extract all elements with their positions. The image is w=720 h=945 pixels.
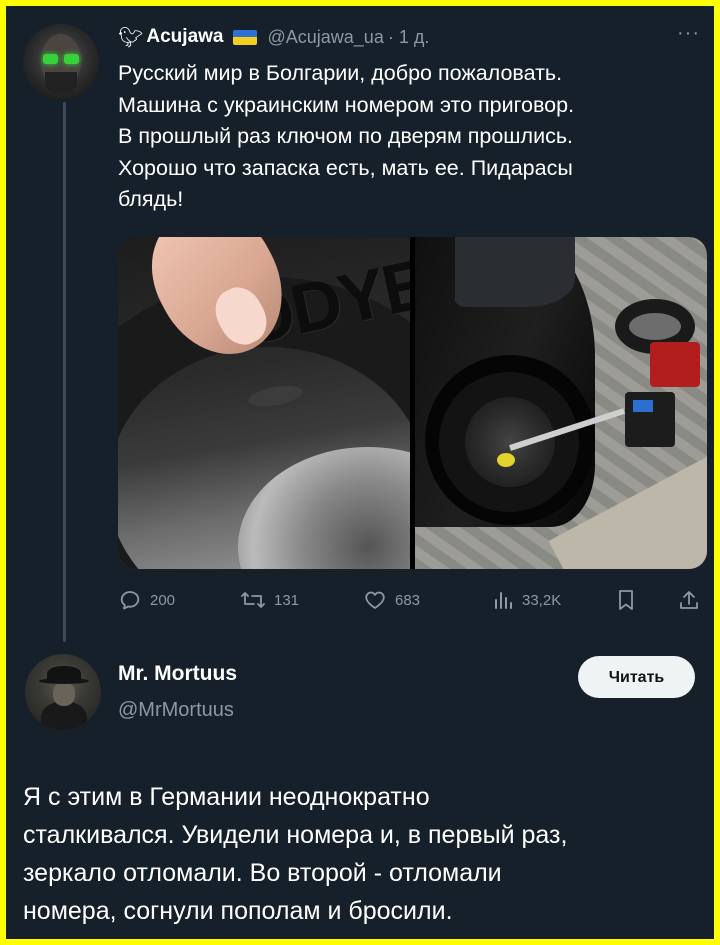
tweet-text: Русский мир в Болгарии, добро пожаловать… (118, 58, 703, 216)
retweet-count: 131 (274, 591, 300, 609)
reply-count: 200 (150, 591, 176, 609)
screenshot-frame: 🐦︎ Acujawa @Acujawa_ua · 1 д. ··· Русски… (6, 6, 714, 939)
reply-text-line: Я с этим в Германии неоднократно (23, 783, 430, 811)
bookmark-icon (619, 590, 633, 610)
reply-account-name[interactable]: Mr. Mortuus (118, 662, 237, 686)
views-button[interactable]: 33,2K (492, 584, 561, 616)
retweet-button[interactable]: 131 (240, 584, 299, 616)
like-count: 683 (395, 591, 421, 609)
reply-text: Я с этим в Германии неоднократно сталкив… (23, 778, 703, 930)
ukraine-flag-icon (233, 29, 258, 45)
share-icon (680, 591, 698, 609)
views-count: 33,2K (522, 591, 562, 609)
reply-button[interactable]: 200 (118, 584, 175, 616)
photo-damaged-tyre[interactable]: ODYEA (118, 237, 410, 569)
reply-text-line: сталкивался. Увидели номера и, в первый … (23, 821, 568, 849)
reply-account-handle[interactable]: @MrMortuus (118, 699, 234, 722)
author-avatar[interactable] (23, 24, 99, 100)
thread-connector-line (63, 102, 66, 642)
tweet-text-line: Машина с украинским номером это приговор… (118, 92, 575, 117)
reply-text-line: номера, согнули пополам и бросили. (23, 897, 453, 925)
photo-car-spare-wheel[interactable] (415, 237, 707, 569)
more-options-icon[interactable]: ··· (677, 22, 700, 45)
bird-icon: 🐦︎ (118, 26, 144, 49)
author-handle[interactable]: @Acujawa_ua (267, 27, 383, 48)
tweet-timestamp[interactable]: · 1 д. (388, 27, 430, 48)
share-button[interactable] (678, 584, 708, 616)
tweet-text-line: Хорошо что запаска есть, мать ее. Пидара… (118, 155, 573, 180)
tweet-header: 🐦︎ Acujawa @Acujawa_ua · 1 д. (118, 22, 429, 52)
tweet-media[interactable]: ODYEA (118, 237, 707, 569)
views-icon (495, 592, 512, 609)
tweet-text-line: Русский мир в Болгарии, добро пожаловать… (118, 61, 563, 85)
reply-account-avatar[interactable] (25, 654, 101, 730)
tweet-text-line: В прошлый раз ключом по дверям прошлись. (118, 124, 574, 148)
reply-icon (120, 591, 140, 610)
follow-button[interactable]: Читать (578, 656, 695, 698)
author-name[interactable]: Acujawa (146, 26, 223, 48)
tweet-actions-bar: 200 131 683 33,2K (118, 584, 707, 616)
reply-text-line: зеркало отломали. Во второй - отломали (23, 859, 502, 887)
heart-icon (365, 591, 385, 609)
tweet-text-line: блядь! (118, 187, 184, 211)
retweet-icon (241, 592, 265, 608)
like-button[interactable]: 683 (363, 584, 420, 616)
bookmark-button[interactable] (616, 584, 644, 616)
